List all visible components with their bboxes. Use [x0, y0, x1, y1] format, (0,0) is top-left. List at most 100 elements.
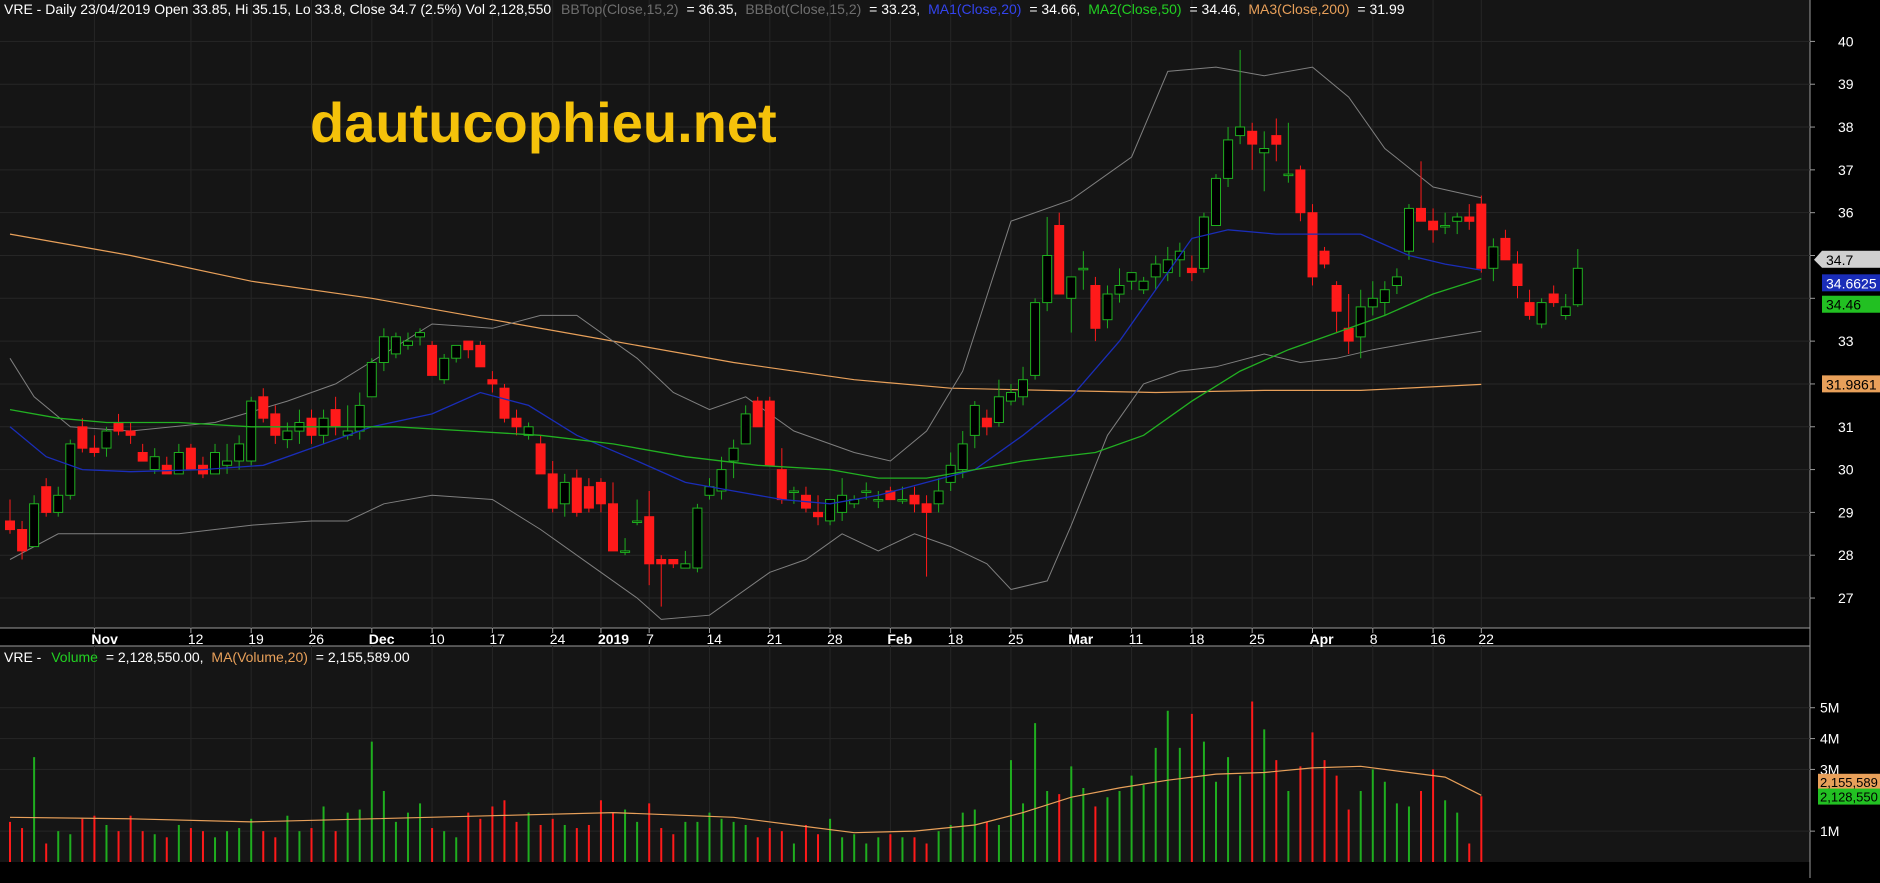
- time-tick-label: 18: [948, 631, 964, 647]
- candle-body: [17, 529, 28, 552]
- candle-body: [258, 396, 269, 419]
- candle-body: [788, 490, 799, 493]
- time-tick-label: 7: [646, 631, 654, 647]
- time-tick-label: Nov: [91, 631, 118, 647]
- time-tick-label: 10: [429, 631, 445, 647]
- candle-body: [620, 550, 631, 553]
- candle-body: [595, 481, 606, 505]
- price-tick-label: 29: [1838, 504, 1854, 520]
- candle-body: [1548, 293, 1559, 304]
- candle-body: [366, 362, 377, 398]
- candle-body: [1030, 302, 1041, 376]
- candle-body: [137, 452, 148, 462]
- price-tag-label: 34.46: [1826, 297, 1861, 313]
- candle-body: [1367, 297, 1378, 308]
- candle-body: [1416, 207, 1426, 222]
- time-tick-label: 2019: [598, 631, 629, 647]
- candle-body: [41, 486, 52, 513]
- time-tick-label: Apr: [1309, 631, 1334, 647]
- price-tag-label: 31.9861: [1826, 376, 1877, 392]
- candle-body: [499, 387, 510, 419]
- candle-body: [668, 559, 679, 565]
- candle-body: [161, 464, 172, 475]
- candle-body: [475, 344, 486, 368]
- header-bbtop-value: = 36.35,: [686, 1, 737, 17]
- candle-body: [1560, 306, 1571, 316]
- candle-body: [547, 473, 558, 509]
- price-tick-label: 38: [1838, 119, 1854, 135]
- candle-body: [149, 456, 160, 471]
- candle-body: [463, 340, 474, 351]
- price-tag-label: 34.7: [1826, 252, 1853, 268]
- price-tick-label: 31: [1838, 419, 1854, 435]
- candle-body: [1428, 220, 1439, 231]
- volume-tick-label: 1M: [1820, 823, 1839, 839]
- candle-body: [210, 452, 220, 475]
- header-ma2-value: = 34.46,: [1189, 1, 1240, 17]
- time-tick-label: 14: [706, 631, 722, 647]
- candle-body: [1078, 267, 1089, 271]
- candle-body: [1162, 259, 1173, 274]
- price-tick-label: 39: [1838, 76, 1854, 92]
- candle-body: [378, 336, 389, 363]
- time-tick-label: 28: [827, 631, 843, 647]
- candle-body: [644, 516, 655, 565]
- candle-body: [993, 396, 1004, 423]
- candle-body: [1006, 392, 1016, 402]
- candle-body: [1452, 216, 1463, 222]
- candle-body: [1102, 293, 1113, 321]
- candle-body: [704, 486, 715, 496]
- candle-body: [282, 430, 293, 441]
- header-ma2-label: MA2(Close,50): [1088, 1, 1181, 17]
- candle-body: [559, 481, 570, 505]
- candle-body: [1307, 212, 1318, 278]
- candle-body: [1572, 267, 1583, 306]
- price-tick-label: 33: [1838, 333, 1854, 349]
- candle-body: [680, 563, 691, 569]
- candle-body: [740, 413, 751, 445]
- candle-body: [981, 417, 992, 428]
- candle-body: [246, 400, 257, 462]
- header-prefix: VRE - Daily 23/04/2019 Open 33.85, Hi 35…: [4, 1, 551, 17]
- candle-body: [837, 494, 848, 513]
- candle-body: [813, 511, 823, 518]
- candle-body: [656, 559, 667, 565]
- candle-body: [1271, 135, 1282, 145]
- volume-panel[interactable]: [0, 646, 1810, 862]
- time-tick-label: 26: [309, 631, 325, 647]
- price-tick-label: 37: [1838, 162, 1854, 178]
- candle-body: [439, 357, 450, 381]
- header-bbtop-label: BBTop(Close,15,2): [561, 1, 679, 17]
- volume-header-prefix: VRE -: [4, 649, 42, 665]
- candle-body: [897, 499, 908, 502]
- candle-body: [5, 520, 15, 531]
- volume-header-ma-label: MA(Volume,20): [211, 649, 307, 665]
- candle-body: [957, 443, 968, 471]
- time-tick-label: 12: [188, 631, 204, 647]
- price-tick-label: 28: [1838, 547, 1854, 563]
- watermark: dautucophieu.net: [310, 91, 777, 154]
- candle-body: [1259, 148, 1270, 154]
- candle-body: [571, 477, 582, 513]
- candle-body: [1126, 272, 1137, 282]
- candle-body: [1500, 237, 1511, 261]
- time-tick-label: 17: [489, 631, 505, 647]
- candle-body: [270, 413, 281, 436]
- price-tick-label: 40: [1838, 33, 1854, 49]
- candle-body: [608, 503, 618, 552]
- time-tick-label: 22: [1478, 631, 1494, 647]
- time-tick-label: 25: [1249, 631, 1265, 647]
- candle-body: [1018, 379, 1028, 398]
- candle-body: [427, 344, 438, 376]
- candle-body: [65, 443, 76, 496]
- time-tick-label: 21: [767, 631, 783, 647]
- candle-body: [487, 379, 498, 385]
- candle-body: [728, 447, 739, 462]
- candle-body: [1090, 285, 1101, 329]
- candle-body: [1211, 177, 1221, 226]
- time-tick-label: 24: [550, 631, 566, 647]
- time-tick-label: 19: [248, 631, 264, 647]
- candle-body: [583, 486, 594, 509]
- candle-body: [1476, 203, 1487, 269]
- candle-body: [1488, 246, 1499, 269]
